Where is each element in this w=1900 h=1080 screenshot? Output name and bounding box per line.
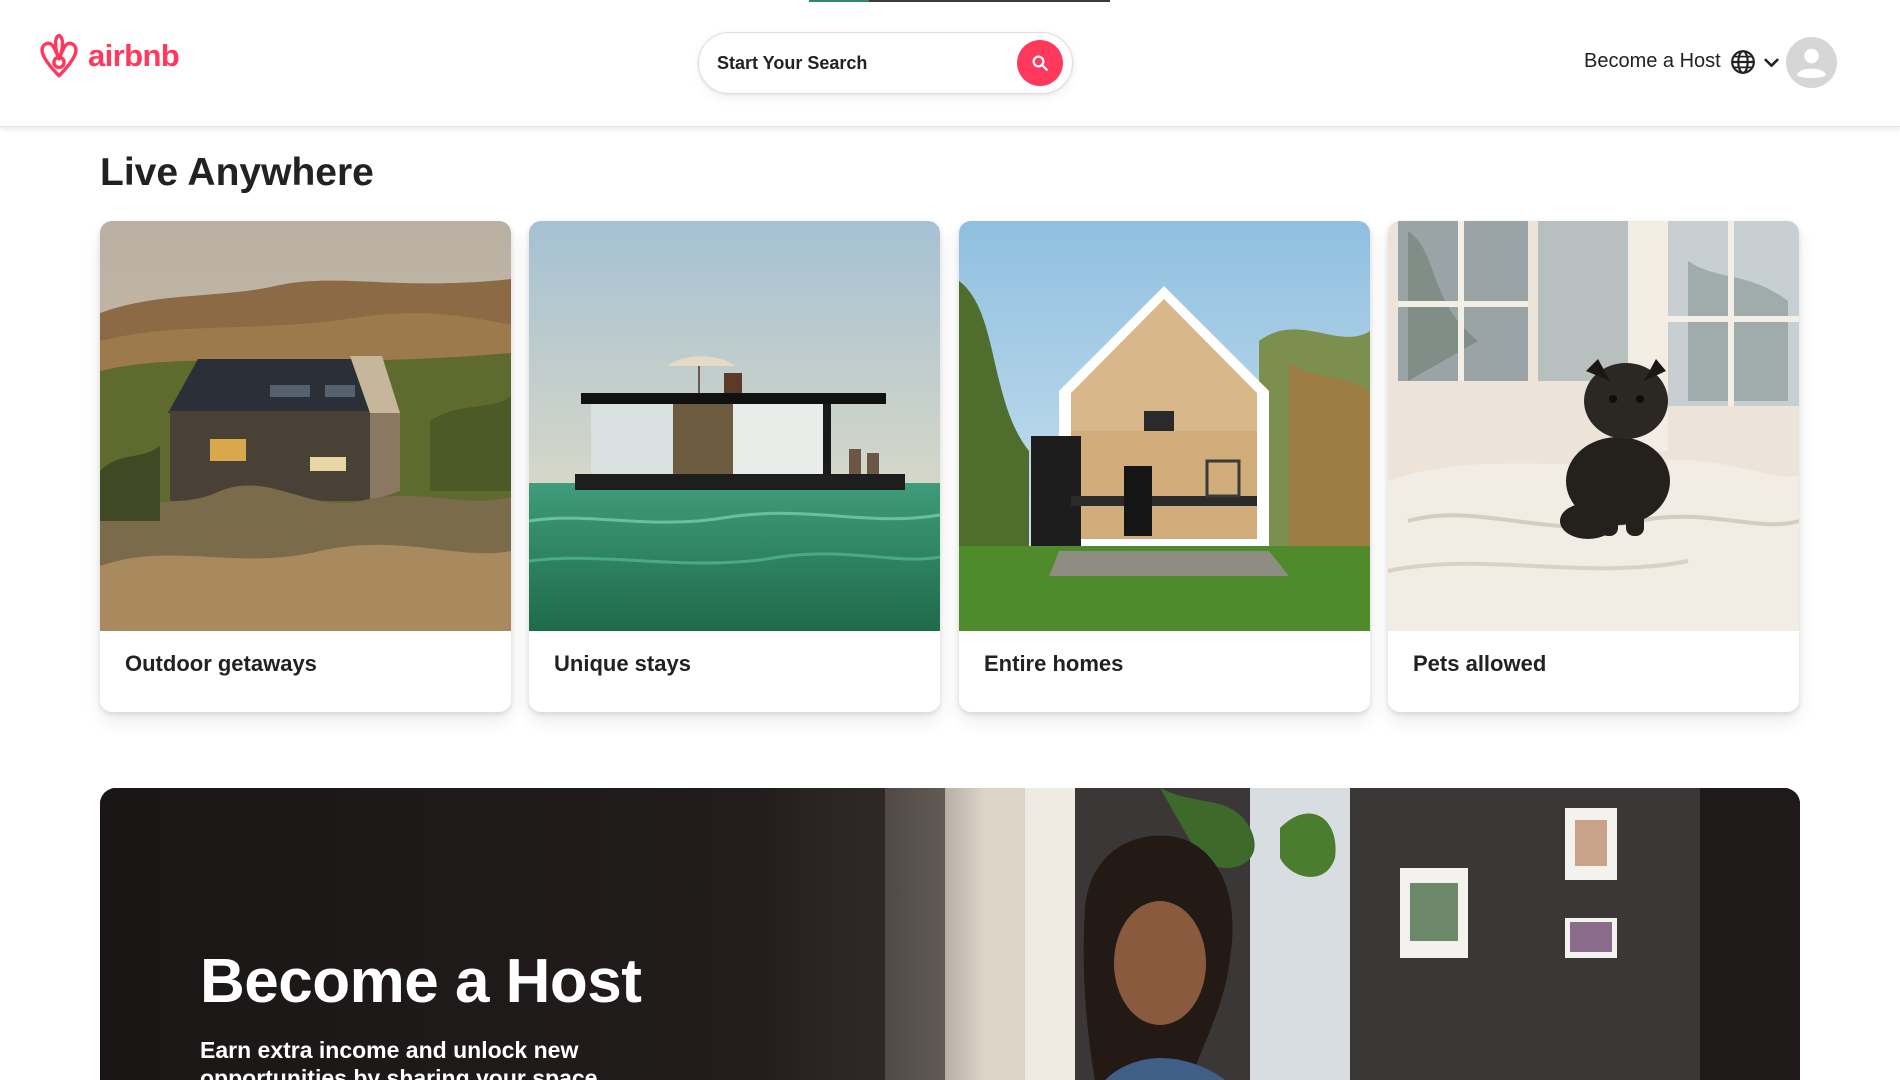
airbnb-logo[interactable]: airbnb	[36, 32, 180, 80]
globe-icon[interactable]	[1730, 49, 1756, 75]
host-banner-title: Become a Host	[200, 947, 642, 1016]
search-label: Start Your Search	[717, 52, 868, 73]
user-avatar-icon	[1786, 37, 1837, 88]
category-card-outdoor-getaways[interactable]: Outdoor getaways	[100, 221, 511, 712]
category-card-entire-homes[interactable]: Entire homes	[959, 221, 1370, 712]
page-load-progress-fill	[809, 0, 870, 2]
site-header: airbnb Start Your Search Become a Host	[0, 0, 1900, 127]
airbnb-belo-icon	[40, 33, 78, 78]
page: airbnb Start Your Search Become a Host L…	[0, 0, 1900, 1080]
category-card-unique-stays[interactable]: Unique stays	[529, 221, 940, 712]
become-a-host-banner[interactable]: Become a Host Earn extra income and unlo…	[100, 788, 1800, 1080]
search-bar[interactable]: Start Your Search	[698, 32, 1073, 94]
brand-name: airbnb	[88, 38, 180, 73]
entire-homes-photo	[959, 221, 1370, 631]
outdoor-getaways-photo	[100, 221, 511, 631]
host-banner-subtitle: Earn extra income and unlock new opportu…	[200, 1037, 604, 1080]
search-icon	[1032, 55, 1048, 71]
page-load-progress	[809, 0, 1110, 2]
card-label: Unique stays	[554, 651, 691, 676]
card-label: Outdoor getaways	[125, 651, 317, 676]
pets-allowed-photo	[1388, 221, 1799, 631]
card-label: Entire homes	[984, 651, 1124, 676]
chevron-down-icon[interactable]	[1763, 54, 1780, 71]
unique-stays-photo	[529, 221, 940, 631]
become-a-host-link[interactable]: Become a Host	[1584, 50, 1721, 73]
card-label: Pets allowed	[1413, 651, 1547, 676]
profile-menu-button[interactable]	[1786, 37, 1837, 88]
live-anywhere-title: Live Anywhere	[100, 151, 374, 194]
search-button[interactable]	[1017, 40, 1063, 86]
category-card-pets-allowed[interactable]: Pets allowed	[1388, 221, 1799, 712]
